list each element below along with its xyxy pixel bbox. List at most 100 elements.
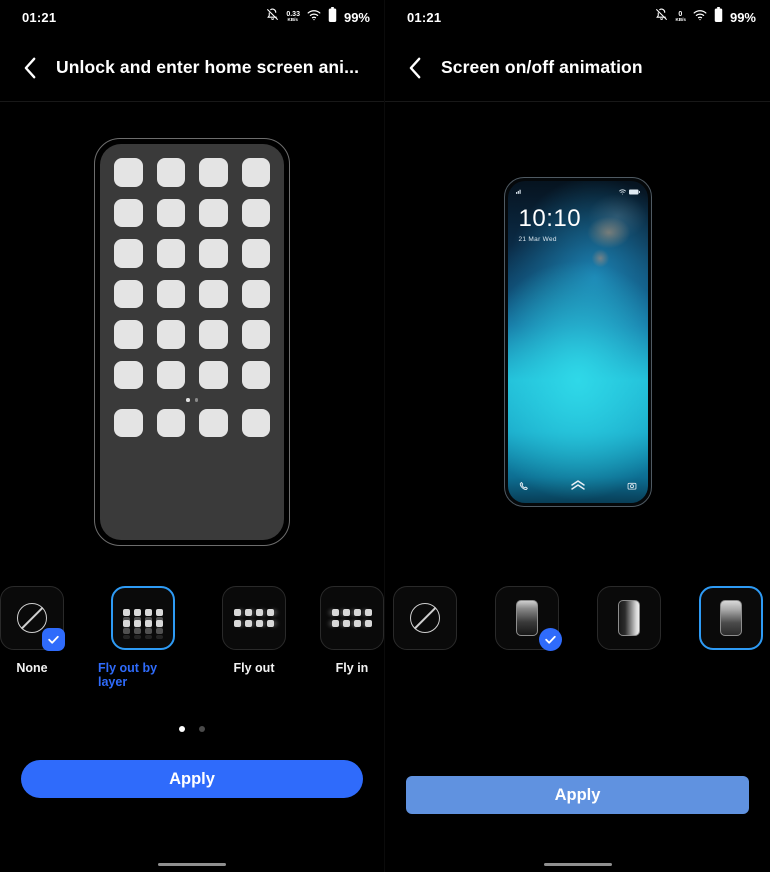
app-icon xyxy=(156,320,185,349)
back-button[interactable] xyxy=(403,54,427,82)
app-icon xyxy=(199,279,228,308)
option-thumbnail[interactable] xyxy=(320,586,384,650)
option-none[interactable]: None xyxy=(0,586,65,675)
option-label: None xyxy=(16,661,48,675)
app-icon xyxy=(114,158,143,187)
app-icon xyxy=(241,239,270,268)
option-thumbnail[interactable] xyxy=(0,586,65,651)
status-bar-clock: 01:21 xyxy=(407,9,442,25)
selected-check-badge xyxy=(538,628,562,651)
right-panel: 01:21 0 KB/s 99% Screen on/off animation… xyxy=(385,0,770,872)
right-title-bar: Screen on/off animation xyxy=(385,34,770,102)
option-fly-out-by-layer[interactable]: Fly out by layer xyxy=(98,586,188,689)
app-icon xyxy=(241,279,270,308)
option-thumbnail[interactable] xyxy=(222,586,286,650)
left-apply-row: Apply xyxy=(0,760,384,798)
home-icon-grid xyxy=(114,158,270,389)
lock-screen-preview: 10:10 21 Mar Wed xyxy=(503,177,652,507)
lock-signal-icon xyxy=(515,182,523,200)
app-icon xyxy=(199,320,228,349)
option-thumbnail[interactable] xyxy=(392,586,457,650)
check-icon xyxy=(48,635,59,644)
left-preview-area xyxy=(0,102,384,582)
chevron-left-icon xyxy=(409,57,420,78)
right-preview-area: 10:10 21 Mar Wed xyxy=(385,102,770,582)
lock-clock: 10:10 xyxy=(518,205,582,232)
pagination-dot[interactable] xyxy=(199,726,205,732)
dock-icon xyxy=(199,408,228,437)
network-speed-icon: 0.33 KB/s xyxy=(286,11,300,23)
gesture-bar-area xyxy=(385,863,770,866)
page-dot-active xyxy=(186,398,190,402)
app-icon xyxy=(114,320,143,349)
gesture-bar-area xyxy=(0,863,384,866)
phone-icon[interactable] xyxy=(519,478,529,496)
selected-check-badge xyxy=(42,628,65,651)
camera-icon[interactable] xyxy=(627,478,637,496)
battery-icon xyxy=(328,7,337,27)
wifi-icon xyxy=(693,8,707,26)
app-icon xyxy=(114,360,143,389)
lock-date: 21 Mar Wed xyxy=(518,236,557,243)
phone-top-fade-icon xyxy=(719,600,742,636)
app-icon xyxy=(156,198,185,227)
option-none[interactable] xyxy=(392,586,457,650)
option-thumbnail[interactable] xyxy=(698,586,763,650)
option-fly-out[interactable]: Fly out xyxy=(222,586,286,675)
network-speed-unit: KB/s xyxy=(287,17,299,23)
app-icon xyxy=(114,279,143,308)
home-dock xyxy=(114,408,270,437)
home-gesture-bar[interactable] xyxy=(158,863,226,866)
battery-icon xyxy=(628,182,640,200)
option-pagination[interactable] xyxy=(0,726,384,732)
pagination-dot-active[interactable] xyxy=(179,726,185,732)
left-title-bar: Unlock and enter home screen ani... xyxy=(0,34,384,102)
app-icon xyxy=(199,198,228,227)
grid-layers-icon xyxy=(123,609,163,639)
option-phone-side-glow[interactable] xyxy=(596,586,661,650)
page-dot xyxy=(194,398,198,402)
right-option-list xyxy=(385,582,770,651)
battery-percent: 99% xyxy=(729,9,756,25)
back-button[interactable] xyxy=(18,54,42,82)
app-icon xyxy=(241,320,270,349)
page-title: Unlock and enter home screen ani... xyxy=(56,57,360,77)
app-icon xyxy=(241,198,270,227)
app-icon xyxy=(114,239,143,268)
chevron-left-icon xyxy=(24,57,35,78)
home-screen-preview xyxy=(94,138,290,546)
status-bar-clock: 01:21 xyxy=(22,9,57,25)
check-icon xyxy=(544,635,556,644)
apply-button[interactable]: Apply xyxy=(406,776,749,814)
lock-clock-block: 10:10 21 Mar Wed xyxy=(518,205,582,244)
apply-button[interactable]: Apply xyxy=(21,760,363,798)
battery-icon xyxy=(714,7,723,27)
dock-icon xyxy=(114,408,143,437)
phone-fade-icon xyxy=(515,600,538,636)
network-speed-unit: KB/s xyxy=(675,17,686,23)
bell-muted-icon xyxy=(266,8,279,26)
option-phone-fade[interactable] xyxy=(494,586,562,651)
option-thumbnail[interactable] xyxy=(111,586,175,650)
option-fly-in[interactable]: Fly in xyxy=(320,586,384,675)
app-icon xyxy=(156,158,185,187)
home-gesture-bar[interactable] xyxy=(543,863,612,866)
status-bar-icons: 0 KB/s 99% xyxy=(655,7,756,27)
option-label: Fly out by layer xyxy=(98,661,158,689)
option-thumbnail[interactable] xyxy=(494,586,562,651)
app-icon xyxy=(114,198,143,227)
lock-bottom-bar xyxy=(508,478,648,496)
phone-side-glow-icon xyxy=(617,600,640,636)
left-option-list: None Fly out by layer Fly out Fly in xyxy=(0,582,384,689)
option-thumbnail[interactable] xyxy=(596,586,661,650)
chevron-double-up-icon[interactable] xyxy=(570,478,586,496)
option-phone-top-fade[interactable] xyxy=(698,586,763,650)
status-bar-icons: 0.33 KB/s 99% xyxy=(266,7,370,27)
dock-icon xyxy=(241,408,270,437)
right-status-bar: 01:21 0 KB/s 99% xyxy=(385,0,770,34)
right-apply-row: Apply xyxy=(385,776,770,814)
grid-blur-left-icon xyxy=(332,609,372,627)
app-icon xyxy=(241,360,270,389)
app-icon xyxy=(156,360,185,389)
bell-muted-icon xyxy=(655,8,668,26)
